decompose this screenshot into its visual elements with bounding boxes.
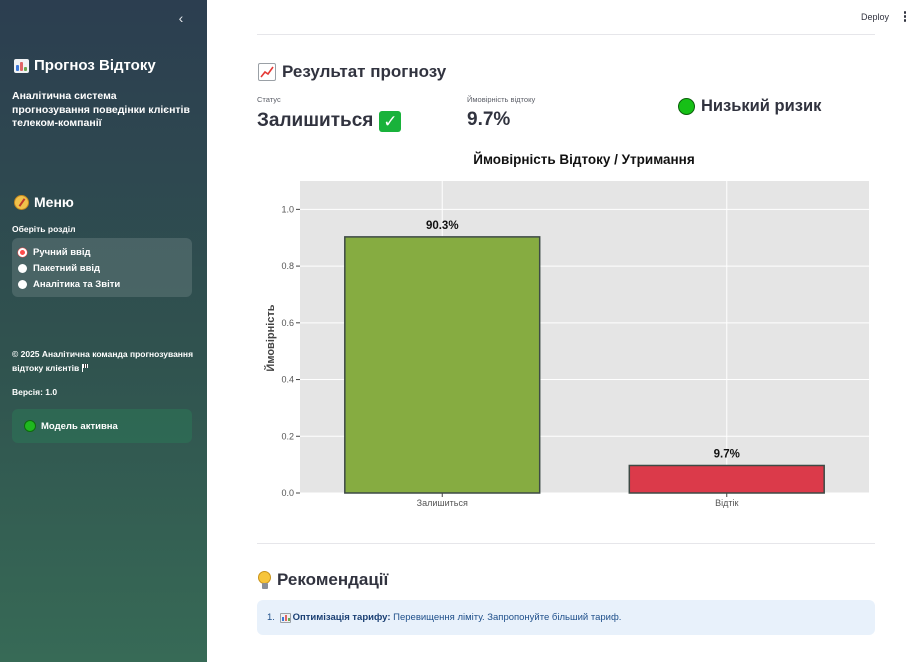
churn-probability-chart: Ймовірність Відтоку / Утримання 90.3% 9.7…: [257, 146, 877, 516]
chart-increasing-icon: [258, 63, 276, 81]
app-description: Аналітична система прогнозування поведін…: [12, 90, 190, 129]
section-radio-group: Ручний ввід Пакетний ввід Аналітика та З…: [12, 238, 192, 297]
y-tick-label: 0.2: [281, 431, 294, 441]
version-text: Версія: 1.0: [12, 387, 58, 397]
x-tick-label: Відтік: [715, 498, 738, 508]
bar-stay: [344, 236, 541, 494]
result-heading-text: Результат прогнозу: [282, 62, 447, 81]
x-tick-label: Залишиться: [417, 498, 468, 508]
chart-title: Ймовірність Відтоку / Утримання: [473, 152, 694, 167]
model-status-box: Модель активна: [12, 409, 192, 443]
divider: [257, 34, 875, 35]
model-status-text: Модель активна: [41, 420, 118, 432]
radio-label: Аналітика та Звіти: [33, 278, 121, 290]
radio-label: Пакетний ввід: [33, 262, 101, 274]
chart-y-axis-label: Ймовірність: [264, 304, 277, 371]
probability-metric-label: Ймовірність відтоку: [467, 95, 536, 104]
y-tick-label: 0.6: [281, 318, 294, 328]
recommendation-title: Оптимізація тарифу:: [292, 612, 391, 623]
radio-analytics-reports[interactable]: Аналітика та Звіти: [18, 277, 120, 291]
copyright-text: © 2025 Аналітична команда прогнозування …: [12, 347, 197, 375]
recommendation-item: 1. Оптимізація тарифу: Перевищення ліміт…: [257, 600, 875, 635]
deploy-button[interactable]: Deploy: [861, 12, 889, 22]
y-tick-label: 0.8: [281, 261, 294, 271]
app-title: Прогноз Відтоку: [14, 57, 156, 74]
radio-unselected-icon: [18, 279, 27, 289]
recommendations-heading-text: Рекомендації: [277, 570, 389, 589]
bar-chart-icon: [279, 612, 291, 623]
result-heading: Результат прогнозу: [258, 62, 446, 82]
risk-indicator: Низький ризик: [678, 97, 821, 116]
radio-label: Ручний ввід: [33, 246, 91, 258]
recommendation-text: Перевищення ліміту. Запропонуйте більший…: [393, 612, 622, 623]
light-bulb-icon: [258, 570, 271, 590]
probability-metric-value: 9.7%: [467, 109, 511, 130]
risk-label: Низький ризик: [701, 97, 822, 115]
y-tick-label: 0.0: [281, 488, 294, 498]
sidebar: ‹ Прогноз Відтоку Аналітична система про…: [0, 0, 207, 662]
status-green-circle-icon: [24, 420, 36, 432]
bar-chart-icon: [14, 58, 29, 73]
y-tick-label: 0.4: [281, 375, 294, 385]
menu-heading-text: Меню: [34, 194, 74, 210]
copyright-label: © 2025 Аналітична команда прогнозування …: [12, 349, 194, 373]
green-circle-icon: [678, 98, 695, 115]
compass-icon: [14, 194, 29, 210]
recommendation-number: 1.: [267, 612, 275, 623]
radio-manual-input[interactable]: Ручний ввід: [18, 245, 91, 259]
divider: [257, 543, 875, 544]
y-tick-label: 1.0: [281, 204, 294, 214]
more-options-icon[interactable]: [902, 11, 908, 25]
radio-selected-icon: [18, 247, 27, 257]
status-metric-value: Залишиться ✓: [257, 110, 402, 132]
chart-svg: Ймовірність Відтоку / Утримання 90.3% 9.7…: [264, 152, 869, 508]
collapse-sidebar-button[interactable]: ‹: [173, 10, 189, 26]
chevron-left-icon: ‹: [178, 10, 184, 26]
section-select-label: Оберіть розділ: [12, 224, 76, 234]
status-metric-label: Статус: [257, 95, 281, 104]
bar-data-label: 90.3%: [426, 220, 459, 232]
bar-data-label: 9.7%: [714, 448, 740, 460]
status-value-text: Залишиться: [257, 110, 374, 131]
app-title-text: Прогноз Відтоку: [34, 57, 156, 74]
bar-churn: [628, 464, 825, 494]
recommendations-heading: Рекомендації: [258, 570, 388, 590]
radio-unselected-icon: [18, 263, 27, 273]
checkered-flag-icon: [81, 364, 90, 372]
radio-batch-input[interactable]: Пакетний ввід: [18, 261, 100, 275]
menu-heading: Меню: [14, 194, 74, 210]
check-mark-icon: ✓: [379, 110, 402, 132]
